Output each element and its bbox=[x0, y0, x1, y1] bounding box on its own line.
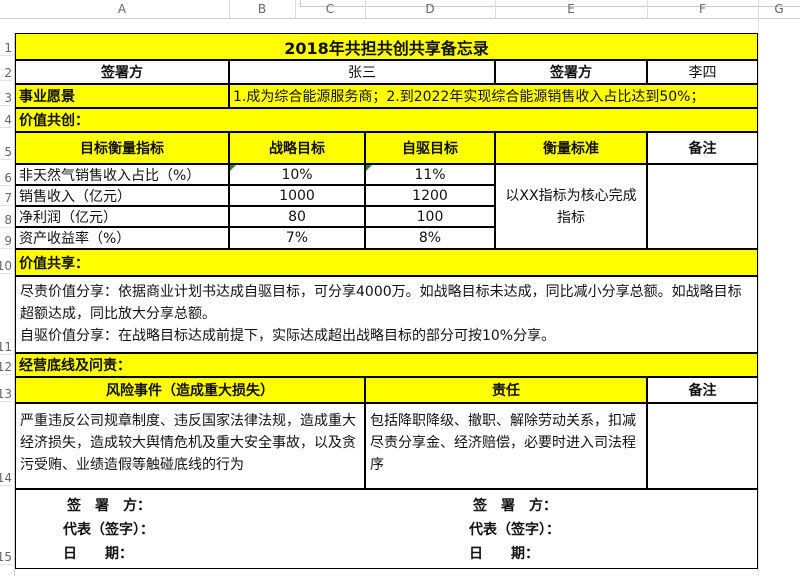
row-header-13[interactable]: 13 bbox=[0, 387, 12, 402]
signatory-label-b[interactable]: 签署方 bbox=[495, 60, 647, 84]
row-header-8[interactable]: 8 bbox=[0, 213, 12, 228]
row-header-3[interactable]: 3 bbox=[0, 91, 12, 106]
responsibility-text[interactable]: 包括降职降级、撤职、解除劳动关系，扣减尽责分享金、经济赔偿，必要时进入司法程序 bbox=[365, 403, 647, 489]
section-value-share[interactable]: 价值共享： bbox=[15, 249, 758, 276]
remarks-cell[interactable] bbox=[647, 164, 758, 249]
remarks-cell-2[interactable] bbox=[647, 403, 758, 489]
column-label: C bbox=[325, 2, 335, 16]
header-responsibility[interactable]: 责任 bbox=[365, 377, 647, 403]
column-label: A bbox=[117, 2, 127, 16]
signatory-right-date[interactable]: 日 期： bbox=[469, 543, 539, 563]
column-header-a[interactable]: A bbox=[15, 0, 230, 18]
column-label: B bbox=[257, 2, 267, 16]
vision-label[interactable]: 事业愿景 bbox=[15, 84, 229, 108]
row-header-14[interactable]: 14 bbox=[0, 471, 12, 486]
header-remarks[interactable]: 备注 bbox=[647, 132, 758, 164]
row-header-9[interactable]: 9 bbox=[0, 234, 12, 249]
metric-row-2-strategic[interactable]: 1000 bbox=[229, 185, 365, 206]
row-header-12[interactable]: 12 bbox=[0, 360, 12, 375]
self-driven-share-text: 自驱价值分享：在战略目标达成前提下，实际达成超出战略目标的部分可按10%分享。 bbox=[20, 328, 556, 344]
header-risk-event[interactable]: 风险事件（造成重大损失） bbox=[15, 377, 365, 403]
metric-row-2-self[interactable]: 1200 bbox=[365, 185, 495, 206]
signatory-left-date[interactable]: 日 期： bbox=[63, 543, 133, 563]
grid-line bbox=[758, 18, 759, 576]
standard-text[interactable]: 以XX指标为核心完成指标 bbox=[495, 164, 647, 249]
party-a-name[interactable]: 张三 bbox=[229, 60, 495, 84]
header-standard[interactable]: 衡量标准 bbox=[495, 132, 647, 164]
memo-title[interactable]: 2018年共担共创共享备忘录 bbox=[15, 33, 758, 60]
column-header-c[interactable]: C bbox=[295, 0, 366, 18]
column-label: D bbox=[425, 2, 435, 16]
row-header-5[interactable]: 5 bbox=[0, 145, 12, 160]
value-share-text[interactable]: 尽责价值分享：依据商业计划书达成自驱目标，可分享4000万。如战略目标未达成，同… bbox=[15, 276, 758, 353]
metric-row-4-self[interactable]: 8% bbox=[365, 227, 495, 249]
row-header-4[interactable]: 4 bbox=[0, 113, 12, 128]
metric-row-3-strategic[interactable]: 80 bbox=[229, 206, 365, 227]
row-header-1[interactable]: 1 bbox=[0, 41, 12, 56]
metric-row-4-name[interactable]: 资产收益率（%） bbox=[15, 227, 229, 249]
metric-row-2-name[interactable]: 销售收入（亿元） bbox=[15, 185, 229, 206]
metric-row-1-self[interactable]: 11% bbox=[365, 164, 495, 185]
column-label: F bbox=[699, 2, 706, 16]
column-header-e[interactable]: E bbox=[495, 0, 648, 18]
risk-event-text[interactable]: 严重违反公司规章制度、违反国家法律法规，造成重大经济损失，造成较大舆情危机及重大… bbox=[15, 403, 365, 489]
signatory-left-rep[interactable]: 代表（签字）： bbox=[63, 519, 154, 539]
metric-row-3-name[interactable]: 净利润（亿元） bbox=[15, 206, 229, 227]
header-strategic-target[interactable]: 战略目标 bbox=[229, 132, 365, 164]
header-remarks-2[interactable]: 备注 bbox=[647, 377, 758, 403]
metric-row-1-name[interactable]: 非天然气销售收入占比（%） bbox=[15, 164, 229, 185]
memo-sheet: 2018年共担共创共享备忘录 签署方 张三 签署方 李四 事业愿景 1.成为综合… bbox=[15, 33, 758, 576]
header-self-driven-target[interactable]: 自驱目标 bbox=[365, 132, 495, 164]
signatory-right-sign[interactable]: 签 署 方： bbox=[473, 495, 557, 515]
row-header-2[interactable]: 2 bbox=[0, 66, 12, 81]
duty-share-text: 尽责价值分享：依据商业计划书达成自驱目标，可分享4000万。如战略目标未达成，同… bbox=[20, 284, 742, 322]
party-b-name[interactable]: 李四 bbox=[647, 60, 758, 84]
metric-row-1-strategic[interactable]: 10% bbox=[229, 164, 365, 185]
cell-marker-icon bbox=[366, 165, 372, 171]
row-header-strip: 1 2 3 4 5 6 7 8 9 10 11 12 13 14 15 bbox=[0, 33, 15, 576]
row-header-15[interactable]: 15 bbox=[0, 550, 12, 565]
row-header-7[interactable]: 7 bbox=[0, 191, 12, 206]
column-header-b[interactable]: B bbox=[229, 0, 296, 18]
cell-marker-icon bbox=[230, 165, 236, 171]
column-header-f[interactable]: F bbox=[647, 0, 759, 18]
column-header-bar: A B C D E F G bbox=[0, 0, 800, 19]
column-label: G bbox=[774, 2, 784, 16]
row-header-6[interactable]: 6 bbox=[0, 171, 12, 186]
signatory-label-a[interactable]: 签署方 bbox=[15, 60, 229, 84]
signatory-left-sign[interactable]: 签 署 方： bbox=[67, 495, 151, 515]
header-metric[interactable]: 目标衡量指标 bbox=[15, 132, 229, 164]
vision-text[interactable]: 1.成为综合能源服务商；2.到2022年实现综合能源销售收入占比达到50%； bbox=[229, 84, 758, 108]
row-header-10[interactable]: 10 bbox=[0, 259, 12, 274]
section-bottom-line[interactable]: 经营底线及问责： bbox=[15, 353, 758, 377]
signatory-right-rep[interactable]: 代表（签字）： bbox=[469, 519, 560, 539]
column-label: E bbox=[567, 2, 575, 16]
column-header-g[interactable]: G bbox=[758, 0, 800, 18]
metric-row-3-self[interactable]: 100 bbox=[365, 206, 495, 227]
metric-row-4-strategic[interactable]: 7% bbox=[229, 227, 365, 249]
column-header-d[interactable]: D bbox=[365, 0, 496, 18]
section-value-create[interactable]: 价值共创： bbox=[15, 108, 758, 132]
row-header-11[interactable]: 11 bbox=[0, 340, 12, 355]
